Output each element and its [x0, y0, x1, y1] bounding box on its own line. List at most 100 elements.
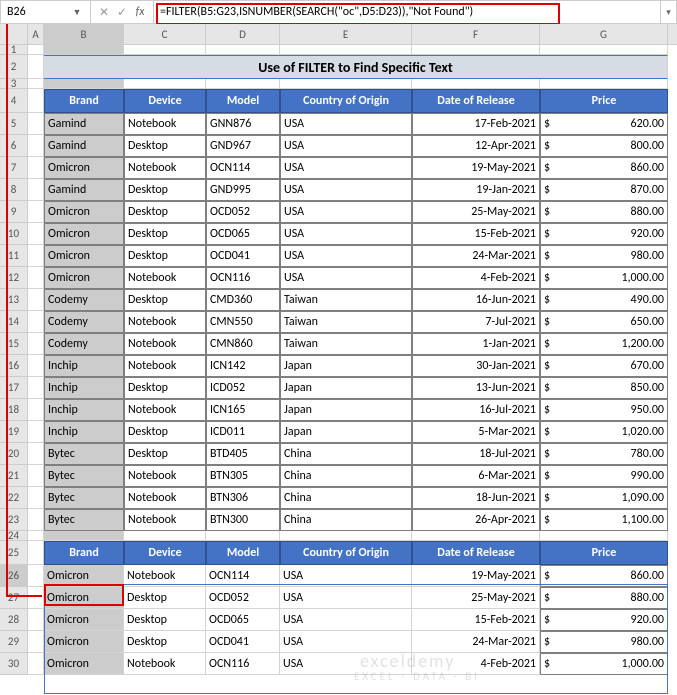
device-cell[interactable]: Notebook: [124, 267, 206, 289]
cell[interactable]: [28, 333, 44, 355]
device-cell[interactable]: Desktop: [124, 179, 206, 201]
cell[interactable]: [124, 531, 206, 541]
brand-cell[interactable]: Gamind: [44, 113, 124, 135]
model-cell[interactable]: BTN306: [206, 487, 280, 509]
model-cell[interactable]: ICN165: [206, 399, 280, 421]
cell[interactable]: [124, 45, 206, 55]
country-cell[interactable]: Taiwan: [280, 333, 412, 355]
cell[interactable]: [28, 631, 44, 653]
device-cell[interactable]: Notebook: [124, 399, 206, 421]
row-header[interactable]: 19: [0, 421, 28, 443]
device-cell[interactable]: Notebook: [124, 311, 206, 333]
country-cell[interactable]: USA: [280, 179, 412, 201]
model-cell[interactable]: OCD065: [206, 609, 280, 631]
row-header[interactable]: 8: [0, 179, 28, 201]
price-cell[interactable]: $670.00: [540, 355, 668, 377]
cell[interactable]: [540, 79, 668, 89]
cell[interactable]: [28, 45, 44, 55]
row-header[interactable]: 5: [0, 113, 28, 135]
cell[interactable]: [280, 45, 412, 55]
model-cell[interactable]: OCN116: [206, 653, 280, 675]
row-header[interactable]: 1: [0, 45, 28, 55]
country-cell[interactable]: USA: [280, 223, 412, 245]
device-cell[interactable]: Notebook: [124, 355, 206, 377]
formula-input[interactable]: =FILTER(B5:G23,ISNUMBER(SEARCH("oc",D5:D…: [160, 5, 654, 19]
price-cell[interactable]: $920.00: [540, 223, 668, 245]
chevron-down-icon[interactable]: ▼: [70, 5, 84, 19]
brand-cell[interactable]: Codemy: [44, 289, 124, 311]
country-cell[interactable]: USA: [280, 631, 412, 653]
device-cell[interactable]: Desktop: [124, 421, 206, 443]
price-cell[interactable]: $1,000.00: [540, 653, 668, 675]
row-header[interactable]: 23: [0, 509, 28, 531]
model-cell[interactable]: CMN550: [206, 311, 280, 333]
country-cell[interactable]: USA: [280, 653, 412, 675]
price-cell[interactable]: $920.00: [540, 609, 668, 631]
brand-cell[interactable]: Gamind: [44, 135, 124, 157]
brand-cell[interactable]: Omicron: [44, 267, 124, 289]
device-cell[interactable]: Notebook: [124, 509, 206, 531]
row-header[interactable]: 2: [0, 55, 28, 79]
price-cell[interactable]: $1,000.00: [540, 267, 668, 289]
device-cell[interactable]: Desktop: [124, 609, 206, 631]
price-cell[interactable]: $860.00: [540, 565, 668, 587]
country-cell[interactable]: Taiwan: [280, 289, 412, 311]
row-header[interactable]: 16: [0, 355, 28, 377]
brand-cell[interactable]: Inchip: [44, 399, 124, 421]
date-cell[interactable]: 18-Jul-2021: [412, 443, 540, 465]
country-cell[interactable]: Japan: [280, 399, 412, 421]
model-cell[interactable]: CMN860: [206, 333, 280, 355]
cell[interactable]: [28, 113, 44, 135]
device-cell[interactable]: Desktop: [124, 443, 206, 465]
model-cell[interactable]: OCD065: [206, 223, 280, 245]
country-cell[interactable]: China: [280, 443, 412, 465]
cell[interactable]: [28, 465, 44, 487]
cell[interactable]: [28, 157, 44, 179]
date-cell[interactable]: 12-Apr-2021: [412, 135, 540, 157]
country-cell[interactable]: USA: [280, 587, 412, 609]
device-cell[interactable]: Desktop: [124, 201, 206, 223]
brand-cell[interactable]: Omicron: [44, 653, 124, 675]
cell[interactable]: [206, 45, 280, 55]
cell[interactable]: [28, 587, 44, 609]
model-cell[interactable]: ICD052: [206, 377, 280, 399]
cell[interactable]: [28, 311, 44, 333]
col-header-f[interactable]: F: [412, 24, 540, 44]
brand-cell[interactable]: Omicron: [44, 245, 124, 267]
cell[interactable]: [28, 179, 44, 201]
cell[interactable]: [124, 79, 206, 89]
device-cell[interactable]: Desktop: [124, 587, 206, 609]
cell[interactable]: [44, 531, 124, 541]
model-cell[interactable]: GND995: [206, 179, 280, 201]
select-all-corner[interactable]: [0, 24, 28, 44]
device-cell[interactable]: Desktop: [124, 289, 206, 311]
row-header[interactable]: 24: [0, 531, 28, 541]
row-header[interactable]: 22: [0, 487, 28, 509]
col-header-g[interactable]: G: [540, 24, 668, 44]
price-cell[interactable]: $780.00: [540, 443, 668, 465]
cell[interactable]: [28, 89, 44, 113]
date-cell[interactable]: 24-Mar-2021: [412, 245, 540, 267]
brand-cell[interactable]: Gamind: [44, 179, 124, 201]
row-header[interactable]: 26: [0, 565, 28, 587]
row-header[interactable]: 3: [0, 79, 28, 89]
country-cell[interactable]: Taiwan: [280, 311, 412, 333]
col-header-c[interactable]: C: [124, 24, 206, 44]
row-header[interactable]: 25: [0, 541, 28, 565]
date-cell[interactable]: 16-Jun-2021: [412, 289, 540, 311]
price-cell[interactable]: $490.00: [540, 289, 668, 311]
cell[interactable]: [28, 487, 44, 509]
country-cell[interactable]: China: [280, 465, 412, 487]
model-cell[interactable]: OCN114: [206, 565, 280, 587]
date-cell[interactable]: 5-Mar-2021: [412, 421, 540, 443]
date-cell[interactable]: 15-Feb-2021: [412, 223, 540, 245]
device-cell[interactable]: Notebook: [124, 565, 206, 587]
col-header-a[interactable]: A: [28, 24, 44, 44]
device-cell[interactable]: Desktop: [124, 223, 206, 245]
brand-cell[interactable]: Bytec: [44, 487, 124, 509]
cell[interactable]: [28, 399, 44, 421]
date-cell[interactable]: 25-May-2021: [412, 587, 540, 609]
cell[interactable]: [28, 443, 44, 465]
price-cell[interactable]: $870.00: [540, 179, 668, 201]
name-box[interactable]: B26 ▼: [1, 1, 91, 23]
